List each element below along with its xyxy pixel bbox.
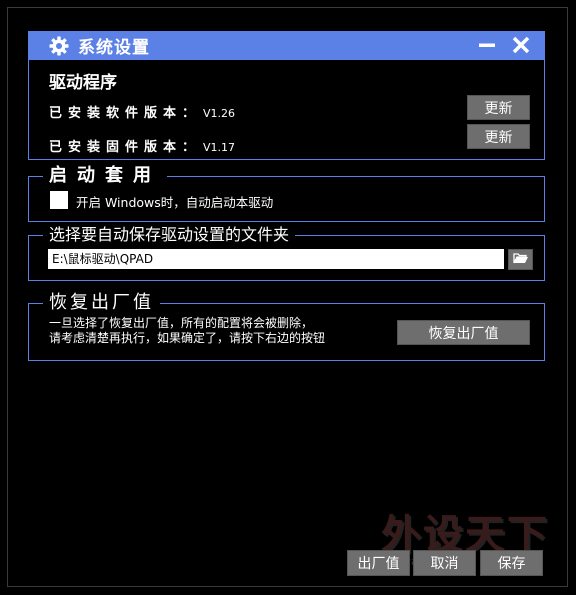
- firmware-version-value: V1.17: [203, 141, 236, 154]
- gear-icon: [48, 35, 70, 57]
- folder-panel: 选择要自动保存驱动设置的文件夹 E:\鼠标驱动\QPAD: [28, 222, 545, 281]
- folder-legend: 选择要自动保存驱动设置的文件夹: [43, 222, 296, 248]
- window-title: 系统设置: [78, 38, 150, 58]
- update-software-button[interactable]: 更新: [467, 95, 530, 120]
- software-version-label: 已安装软件版本：: [49, 106, 202, 121]
- reset-description-line2: 请考虑清楚再执行，如果确定了，请按下右边的按钮: [49, 331, 326, 345]
- software-version-value: V1.26: [203, 107, 236, 120]
- reset-legend: 恢复出厂值: [43, 290, 160, 316]
- title-bar[interactable]: 系统设置: [28, 31, 545, 60]
- reset-description: 一旦选择了恢复出厂值，所有的配置将会被删除， 请考虑清楚再执行，如果确定了，请按…: [49, 316, 325, 346]
- autostart-checkbox[interactable]: [50, 191, 68, 209]
- driver-heading: 驱动程序: [49, 73, 117, 93]
- firmware-version-label: 已安装固件版本：: [49, 140, 202, 155]
- software-version-row: 已安装软件版本： V1.26: [49, 102, 235, 121]
- autostart-label: 开启 Windows时，自动启动本驱动: [76, 195, 274, 210]
- factory-defaults-button[interactable]: 出厂值: [347, 550, 410, 576]
- folder-path-input[interactable]: E:\鼠标驱动\QPAD: [48, 249, 504, 269]
- save-button[interactable]: 保存: [480, 550, 543, 576]
- update-firmware-button[interactable]: 更新: [467, 124, 530, 149]
- driver-panel: 驱动程序 已安装软件版本： V1.26 已安装固件版本： V1.17 更新 更新: [28, 60, 545, 160]
- reset-panel: 恢复出厂值 一旦选择了恢复出厂值，所有的配置将会被删除， 请考虑清楚再执行，如果…: [28, 290, 545, 361]
- minimize-icon[interactable]: [477, 35, 497, 55]
- cancel-button[interactable]: 取消: [413, 550, 476, 576]
- startup-panel: 启动套用 开启 Windows时，自动启动本驱动: [28, 163, 545, 222]
- browse-folder-button[interactable]: [508, 249, 533, 270]
- factory-reset-button[interactable]: 恢复出厂值: [397, 320, 530, 345]
- startup-legend: 启动套用: [43, 163, 167, 189]
- reset-description-line1: 一旦选择了恢复出厂值，所有的配置将会被删除，: [49, 316, 314, 330]
- firmware-version-row: 已安装固件版本： V1.17: [49, 136, 235, 155]
- close-icon[interactable]: [511, 35, 531, 55]
- folder-open-icon: [512, 252, 529, 268]
